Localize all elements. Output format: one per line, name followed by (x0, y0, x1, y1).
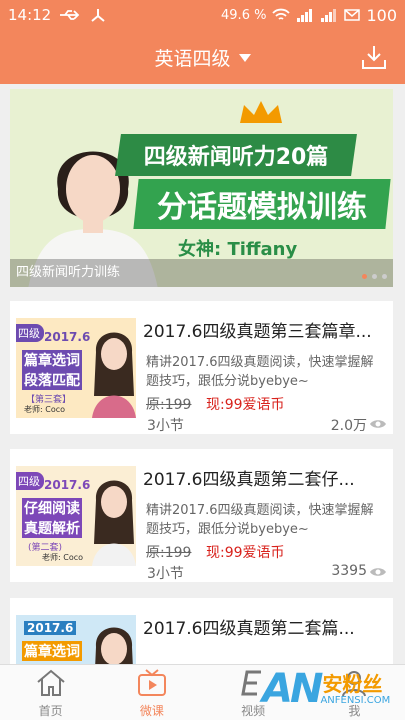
thumb-tag: 四级 (16, 472, 44, 490)
carousel-dot[interactable] (372, 274, 377, 279)
download-icon[interactable] (361, 44, 387, 74)
banner-title-line1: 四级新闻听力20篇 (143, 145, 329, 170)
clock: 14:12 (8, 6, 52, 24)
thumb-teacher: 老师: Coco (24, 405, 66, 414)
carousel-dots (362, 274, 387, 279)
teacher-photo (95, 627, 133, 664)
thumb-line1: 篇章选词 (22, 350, 82, 370)
watermark-cn: 安粉丝 (322, 671, 383, 696)
signal-icon (296, 8, 314, 22)
nav-home[interactable]: 首页 (0, 665, 101, 720)
thumb-line1: 仔细阅读 (22, 498, 82, 518)
watermark-en: ANFENSI.COM (320, 694, 391, 706)
chevron-down-icon (238, 54, 251, 62)
level-selector[interactable]: 英语四级 (154, 44, 251, 71)
promo-banner[interactable]: 四级新闻听力20篇 分话题模拟训练 女神: Tiffany 四级新闻听力训练 (10, 89, 393, 287)
status-bar: 14:12 49.6 % 100 (0, 0, 405, 30)
thumb-year: 2017.6 (44, 330, 91, 344)
course-title: 2017.6四级真题第三套篇章... (143, 322, 372, 342)
current-price: 现:99爱语币 (206, 545, 285, 561)
watermark-an: AN (262, 666, 323, 712)
nav-label: 微课 (139, 704, 164, 718)
carousel-dot[interactable] (382, 274, 387, 279)
tv-play-icon (137, 669, 166, 696)
thumb-year: 2017.6 (44, 478, 91, 492)
site-watermark: AN 安粉丝 ANFENSI.COM (262, 666, 390, 712)
course-title: 2017.6四级真题第二套篇... (143, 619, 355, 639)
banner-caption: 四级新闻听力训练 (16, 265, 121, 280)
course-desc: 精讲2017.6四级真题阅读，快速掌握解题技巧，跟低分说byebye~ (146, 503, 374, 537)
lesson-count: 3小节 (147, 566, 184, 582)
eye-icon (370, 568, 386, 576)
usb-icon (59, 9, 81, 21)
thumb-year: 2017.6 (24, 621, 77, 635)
thumb-teacher: 老师: Coco (42, 553, 84, 562)
share-icon (89, 8, 107, 22)
mail-icon (344, 9, 361, 21)
banner-teacher: 女神: Tiffany (178, 239, 298, 260)
top-bar: 14:12 49.6 % 100 英语四级 (0, 0, 405, 84)
crown-icon (240, 101, 282, 123)
lesson-count: 3小节 (147, 418, 184, 434)
course-desc: 精讲2017.6四级真题阅读，快速掌握解题技巧，跟低分说byebye~ (146, 355, 374, 389)
view-count: 3395 (331, 563, 367, 579)
course-thumbnail: 四级 2017.6 仔细阅读 真题解析 (第二套) 老师: Coco (16, 466, 136, 566)
banner-title-block: 分话题模拟训练 (133, 179, 391, 229)
current-price: 现:99爱语币 (206, 397, 285, 413)
course-title: 2017.6四级真题第二套仔... (143, 470, 355, 490)
course-card[interactable]: 2017.6 篇章选词 2017.6四级真题第二套篇... (10, 598, 393, 664)
carousel-dot[interactable] (362, 274, 367, 279)
nav-label: 首页 (38, 704, 63, 718)
course-thumbnail: 2017.6 篇章选词 (16, 615, 136, 664)
page-title: 英语四级 (154, 47, 231, 70)
battery-percent: 49.6 % (221, 7, 267, 23)
thumb-line2: 段落匹配 (22, 370, 82, 390)
course-card[interactable]: 四级 2017.6 篇章选词 段落匹配 【第三套】 老师: Coco 2017.… (10, 301, 393, 434)
thumb-line1: 篇章选词 (22, 641, 82, 661)
teacher-photo (92, 332, 136, 418)
eye-icon (370, 420, 386, 428)
banner-title-line2: 分话题模拟训练 (157, 190, 367, 225)
thumb-line2: 真题解析 (22, 518, 82, 538)
view-count: 2.0万 (330, 418, 367, 434)
app-header: 英语四级 (0, 30, 405, 84)
signal-4g-icon (320, 8, 338, 22)
course-thumbnail: 四级 2017.6 篇章选词 段落匹配 【第三套】 老师: Coco (16, 318, 136, 418)
course-card[interactable]: 四级 2017.6 仔细阅读 真题解析 (第二套) 老师: Coco 2017.… (10, 449, 393, 582)
battery-level: 100 (366, 5, 397, 25)
teacher-photo (92, 480, 136, 566)
wifi-icon (272, 8, 291, 22)
original-price: 原:199 (146, 545, 192, 561)
home-icon (36, 669, 65, 696)
nav-microcourse[interactable]: 微课 (101, 665, 202, 720)
original-price: 原:199 (146, 397, 192, 413)
thumb-tag: 四级 (16, 324, 44, 342)
